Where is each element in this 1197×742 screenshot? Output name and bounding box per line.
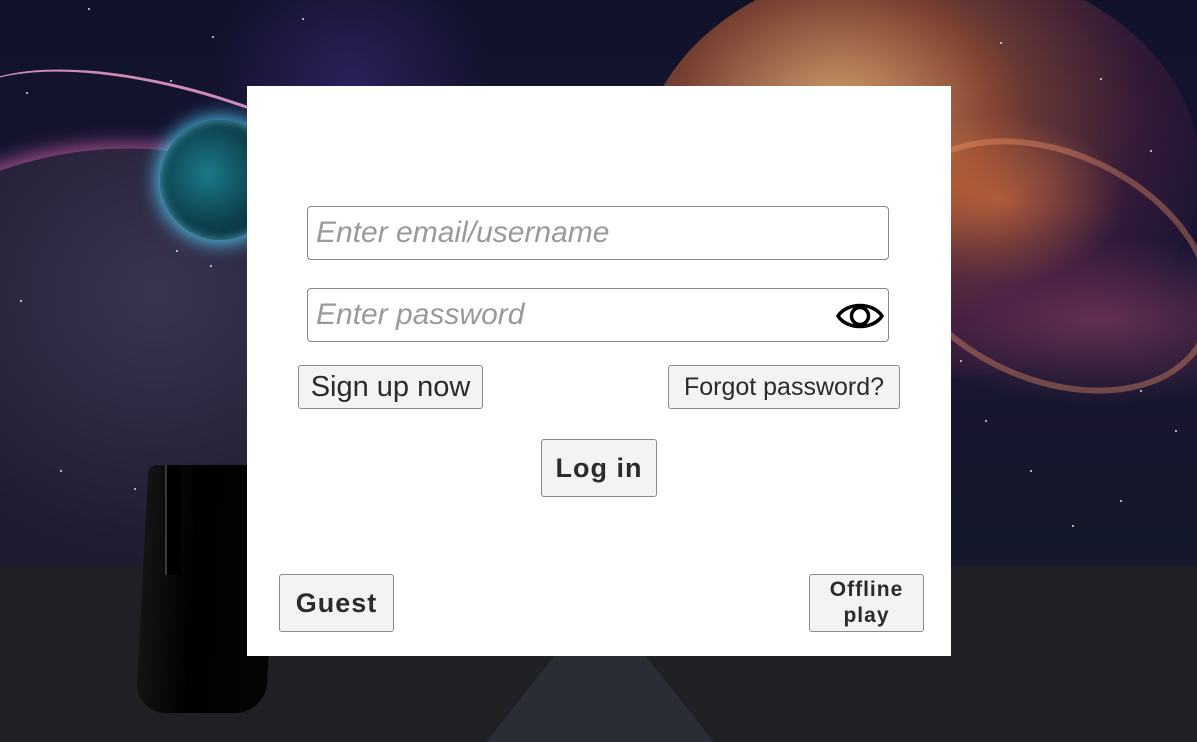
offline-play-label-line1: Offline bbox=[829, 578, 904, 601]
offline-play-button[interactable]: Offline play bbox=[809, 574, 924, 632]
sign-up-button[interactable]: Sign up now bbox=[298, 365, 483, 409]
forgot-password-button[interactable]: Forgot password? bbox=[668, 365, 900, 409]
login-panel: Sign up now Forgot password? Log in Gues… bbox=[247, 86, 951, 656]
pillar-edge bbox=[165, 465, 181, 575]
guest-button[interactable]: Guest bbox=[279, 574, 394, 632]
password-input[interactable] bbox=[308, 289, 888, 341]
offline-play-label-line2: play bbox=[843, 604, 890, 627]
log-in-button[interactable]: Log in bbox=[541, 439, 657, 497]
password-field-container bbox=[307, 288, 889, 342]
eye-icon[interactable] bbox=[835, 297, 885, 335]
email-field-container bbox=[307, 206, 889, 260]
email-input[interactable] bbox=[308, 207, 888, 259]
